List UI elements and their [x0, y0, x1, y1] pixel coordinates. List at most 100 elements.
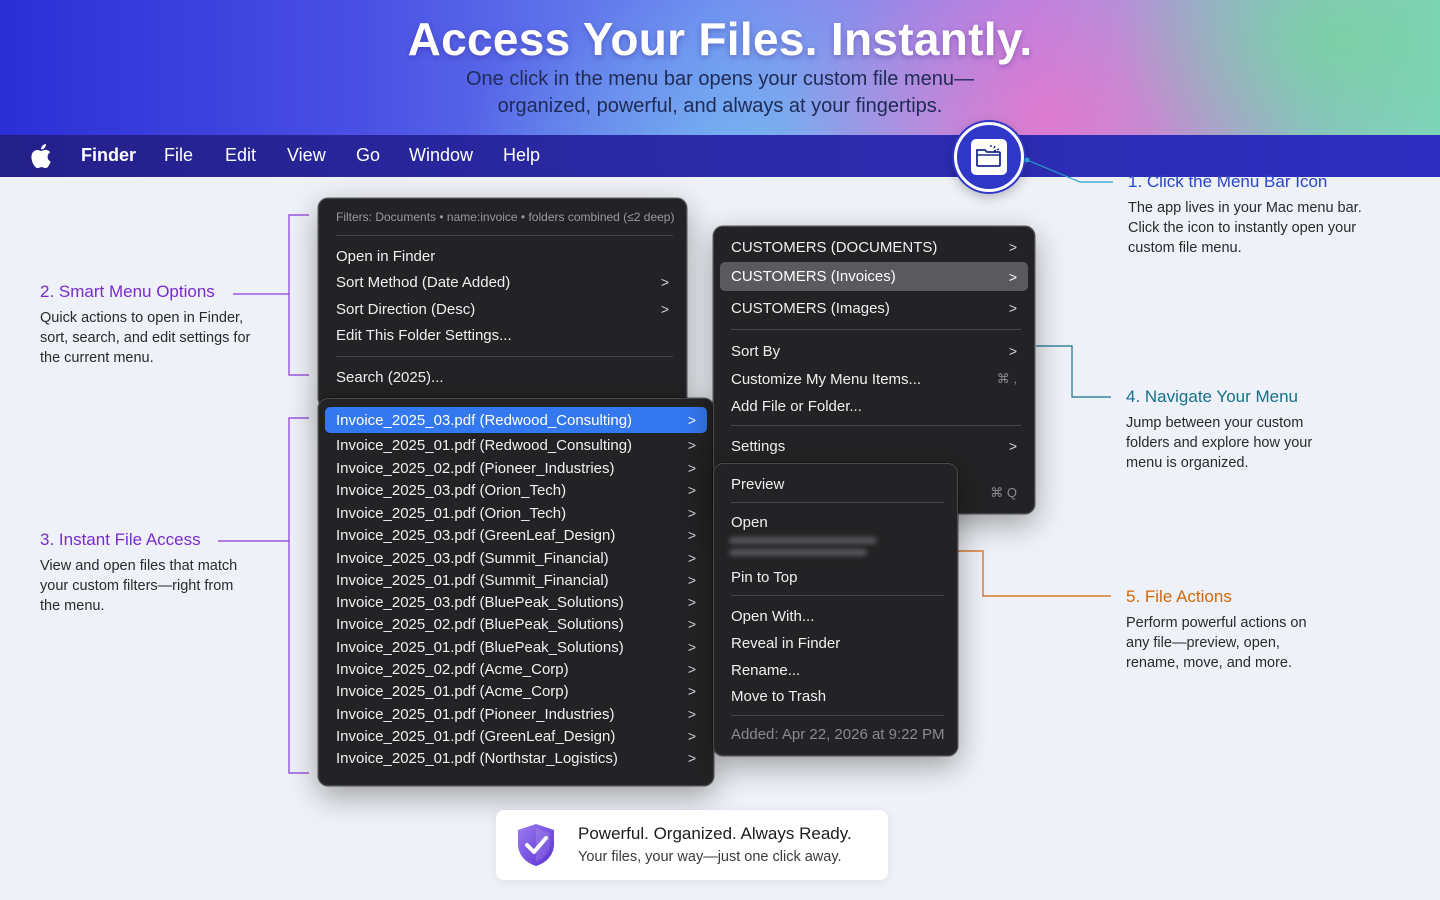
chevron-right-icon: > — [1008, 438, 1017, 454]
menu-separator — [731, 502, 944, 503]
menu-item-move-to-trash[interactable]: Move to Trash — [720, 683, 951, 709]
menu-item-label: Sort Method (Date Added) — [336, 273, 511, 291]
file-item-label: Invoice_2025_01.pdf (Orion_Tech) — [336, 504, 567, 522]
menu-item-label: Sort By — [731, 342, 781, 360]
file-item[interactable]: Invoice_2025_01.pdf (Pioneer_Industries)… — [325, 703, 707, 725]
menu-item-label: Add File or Folder... — [731, 397, 862, 415]
file-item-label: Invoice_2025_03.pdf (Orion_Tech) — [336, 481, 567, 499]
menu-item-label: Edit This Folder Settings... — [336, 326, 512, 344]
callout-step-1-title: 1. Click the Menu Bar Icon — [1128, 172, 1328, 191]
menu-item-settings[interactable]: Settings > — [720, 432, 1028, 460]
footer-tagline-card: Powerful. Organized. Always Ready. Your … — [496, 810, 888, 880]
chevron-right-icon: > — [687, 594, 696, 610]
menu-item-label: Open — [731, 513, 768, 531]
menu-item-label: Open With... — [731, 607, 815, 625]
callout-step-4-title: 4. Navigate Your Menu — [1126, 387, 1299, 406]
folder-item-customers-invoices[interactable]: CUSTOMERS (Invoices) > — [720, 262, 1028, 291]
menu-item-label: Open in Finder — [336, 247, 436, 265]
file-item[interactable]: Invoice_2025_01.pdf (BluePeak_Solutions)… — [325, 636, 707, 658]
menu-item-label: Sort Direction (Desc) — [336, 300, 476, 318]
menu-item-sort-method[interactable]: Sort Method (Date Added) > — [325, 269, 680, 295]
chevron-right-icon: > — [1008, 239, 1017, 255]
menu-item-reveal-in-finder[interactable]: Reveal in Finder — [720, 630, 951, 656]
file-item[interactable]: Invoice_2025_01.pdf (Northstar_Logistics… — [325, 747, 707, 769]
folder-item-customers-images[interactable]: CUSTOMERS (Images) > — [720, 294, 1028, 322]
menu-item-open[interactable]: Open — [720, 509, 951, 535]
folder-item-customers-documents[interactable]: CUSTOMERS (DOCUMENTS) > — [720, 233, 1028, 261]
footer-subtitle: Your files, your way—just one click away… — [578, 849, 842, 865]
menubar-file[interactable]: File — [164, 145, 193, 166]
file-item[interactable]: Invoice_2025_03.pdf (Orion_Tech) > — [325, 479, 707, 501]
file-item[interactable]: Invoice_2025_01.pdf (Acme_Corp) > — [325, 680, 707, 702]
menubar-go[interactable]: Go — [356, 145, 380, 166]
menu-item-label: Rename... — [731, 661, 801, 679]
menu-item-search[interactable]: Search (2025)... — [325, 364, 680, 390]
hero-banner: Access Your Files. Instantly. One click … — [0, 0, 1440, 135]
chevron-right-icon: > — [687, 616, 696, 632]
keyboard-shortcut: ⌘ Q — [990, 485, 1017, 500]
menu-separator — [731, 715, 944, 716]
file-item[interactable]: Invoice_2025_01.pdf (Orion_Tech) > — [325, 502, 707, 524]
file-item-label: Invoice_2025_03.pdf (BluePeak_Solutions) — [336, 593, 624, 611]
menu-item-rename[interactable]: Rename... — [720, 657, 951, 683]
mac-menu-bar: Finder File Edit View Go Window Help — [0, 135, 1440, 177]
file-item[interactable]: Invoice_2025_03.pdf (GreenLeaf_Design) > — [325, 524, 707, 546]
menu-item-open-with[interactable]: Open With... — [720, 603, 951, 629]
file-item[interactable]: Invoice_2025_01.pdf (GreenLeaf_Design) > — [325, 725, 707, 747]
callout-step-2: 2. Smart Menu Options Quick actions to o… — [40, 282, 255, 368]
file-item[interactable]: Invoice_2025_01.pdf (Redwood_Consulting)… — [325, 434, 707, 456]
menubar-help[interactable]: Help — [503, 145, 540, 166]
menu-item-label: Preview — [731, 475, 785, 493]
menu-item-sort-by[interactable]: Sort By > — [720, 337, 1028, 365]
menu-separator — [731, 425, 1021, 426]
file-item-label: Invoice_2025_02.pdf (BluePeak_Solutions) — [336, 615, 624, 633]
menu-item-customize[interactable]: Customize My Menu Items... ⌘ , — [720, 366, 1028, 392]
file-item[interactable]: Invoice_2025_03.pdf (BluePeak_Solutions)… — [325, 591, 707, 613]
file-item[interactable]: Invoice_2025_01.pdf (Summit_Financial) > — [325, 569, 707, 591]
menu-item-sort-direction[interactable]: Sort Direction (Desc) > — [325, 296, 680, 322]
menu-bar-app-icon-button[interactable] — [954, 122, 1024, 192]
file-item-label: Invoice_2025_01.pdf (Redwood_Consulting) — [336, 436, 633, 454]
chevron-right-icon: > — [687, 482, 696, 498]
menu-item-label: Settings — [731, 437, 786, 455]
callout-step-4: 4. Navigate Your Menu Jump between your … — [1126, 387, 1341, 473]
callout-step-3-desc: View and open files that match your cust… — [40, 558, 238, 614]
file-item[interactable]: Invoice_2025_02.pdf (BluePeak_Solutions)… — [325, 613, 707, 635]
chevron-right-icon: > — [687, 728, 696, 744]
chevron-right-icon: > — [687, 437, 696, 453]
callout-step-3: 3. Instant File Access View and open fil… — [40, 530, 250, 616]
smart-options-menu: Filters: Documents • name:invoice • fold… — [318, 198, 687, 408]
chevron-right-icon: > — [687, 527, 696, 543]
menubar-edit[interactable]: Edit — [225, 145, 256, 166]
menubar-window[interactable]: Window — [409, 145, 473, 166]
menu-separator — [731, 329, 1021, 330]
callout-step-3-title: 3. Instant File Access — [40, 530, 201, 549]
menubar-view[interactable]: View — [287, 145, 326, 166]
file-item[interactable]: Invoice_2025_02.pdf (Acme_Corp) > — [325, 658, 707, 680]
menu-item-preview[interactable]: Preview — [720, 471, 951, 497]
menu-item-add-file-or-folder[interactable]: Add File or Folder... — [720, 393, 1028, 419]
file-item[interactable]: Invoice_2025_03.pdf (Summit_Financial) > — [325, 547, 707, 569]
menu-item-label: CUSTOMERS (Invoices) — [731, 268, 896, 285]
chevron-right-icon: > — [660, 274, 669, 290]
menu-item-pin-to-top[interactable]: Pin to Top — [720, 564, 951, 590]
file-added-date: Added: Apr 22, 2026 at 9:22 PM — [720, 721, 951, 747]
callout-step-5-desc: Perform powerful actions on any file—pre… — [1126, 615, 1307, 671]
chevron-right-icon: > — [1008, 343, 1017, 359]
chevron-right-icon: > — [687, 460, 696, 476]
file-item[interactable]: Invoice_2025_02.pdf (Pioneer_Industries)… — [325, 457, 707, 479]
chevron-right-icon: > — [687, 706, 696, 722]
chevron-right-icon: > — [687, 661, 696, 677]
chevron-right-icon: > — [687, 572, 696, 588]
menu-item-open-in-finder[interactable]: Open in Finder — [325, 243, 680, 269]
menu-item-edit-folder-settings[interactable]: Edit This Folder Settings... — [325, 322, 680, 348]
menu-separator — [336, 235, 673, 236]
chevron-right-icon: > — [687, 505, 696, 521]
file-item[interactable]: Invoice_2025_03.pdf (Redwood_Consulting)… — [325, 407, 707, 433]
apple-logo-icon[interactable] — [28, 142, 52, 170]
file-item-label: Invoice_2025_01.pdf (GreenLeaf_Design) — [336, 727, 616, 745]
keyboard-shortcut: ⌘ , — [996, 371, 1017, 386]
menubar-finder[interactable]: Finder — [81, 145, 136, 166]
file-item-label: Invoice_2025_02.pdf (Pioneer_Industries) — [336, 459, 615, 477]
menu-item-label: Pin to Top — [731, 568, 798, 586]
